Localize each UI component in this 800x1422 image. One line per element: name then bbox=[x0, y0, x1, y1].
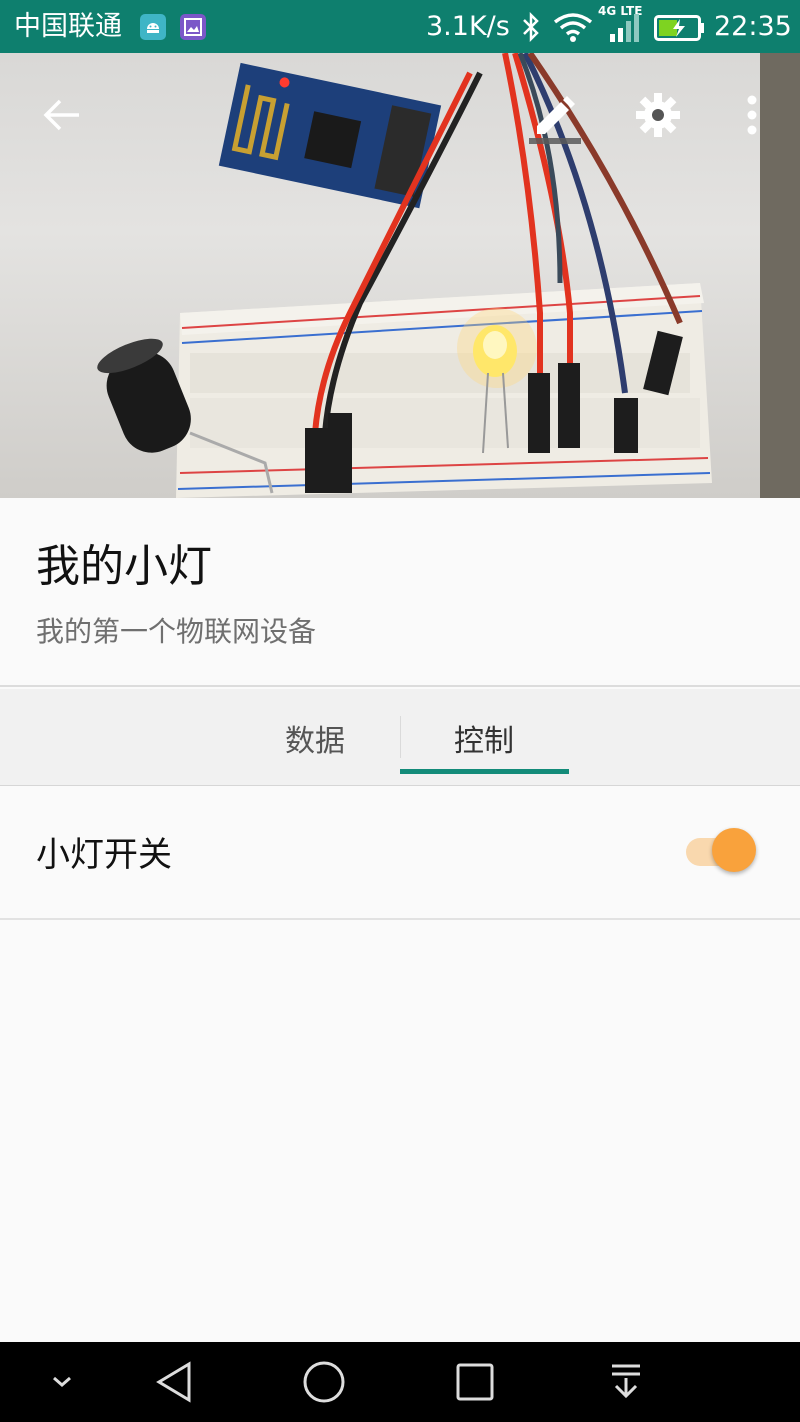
nav-home-button[interactable] bbox=[284, 1342, 364, 1422]
hide-navbar-button[interactable] bbox=[22, 1342, 102, 1422]
battery-charging-icon bbox=[654, 15, 706, 45]
device-cover-image bbox=[0, 53, 800, 498]
back-arrow-icon bbox=[43, 99, 79, 131]
more-vertical-icon bbox=[747, 95, 757, 135]
selected-tab-indicator bbox=[400, 769, 569, 774]
system-navigation-bar bbox=[0, 1342, 800, 1422]
light-switch-toggle[interactable] bbox=[686, 826, 760, 876]
nav-recents-button[interactable] bbox=[435, 1342, 515, 1422]
edit-button[interactable] bbox=[520, 83, 584, 147]
switch-thumb bbox=[712, 828, 756, 872]
empty-content-area bbox=[0, 922, 800, 1342]
tab-data[interactable]: 数据 bbox=[231, 689, 399, 786]
nav-back-button[interactable] bbox=[134, 1342, 214, 1422]
carrier-name: 中国联通 bbox=[14, 11, 122, 42]
notification-pull-button[interactable] bbox=[586, 1342, 666, 1422]
nav-home-icon bbox=[303, 1361, 345, 1403]
back-button[interactable] bbox=[30, 83, 94, 147]
edit-pencil-icon bbox=[529, 96, 581, 144]
light-switch-label: 小灯开关 bbox=[36, 835, 172, 875]
signal-icon bbox=[598, 6, 644, 48]
nav-back-icon bbox=[156, 1361, 191, 1403]
status-bar: 中国联通 3.1K/s 4G LTE 22:35 bbox=[0, 0, 800, 53]
notification-pull-icon bbox=[612, 1364, 640, 1399]
device-description: 我的第一个物联网设备 bbox=[36, 615, 317, 648]
hide-navbar-chevron-icon bbox=[53, 1376, 71, 1387]
clock: 22:35 bbox=[714, 11, 792, 42]
android-notification-icon bbox=[140, 14, 166, 40]
gallery-notification-icon bbox=[180, 14, 206, 40]
device-name: 我的小灯 bbox=[36, 541, 212, 592]
tab-bar: 数据 控制 bbox=[0, 689, 800, 786]
settings-gear-icon bbox=[636, 93, 680, 137]
network-speed: 3.1K/s bbox=[426, 11, 510, 42]
more-options-button[interactable] bbox=[720, 83, 784, 147]
wifi-icon bbox=[553, 12, 593, 46]
bluetooth-icon bbox=[520, 11, 542, 46]
nav-recents-icon bbox=[456, 1363, 494, 1401]
control-row-light-switch: 小灯开关 bbox=[0, 787, 800, 920]
settings-button[interactable] bbox=[626, 83, 690, 147]
